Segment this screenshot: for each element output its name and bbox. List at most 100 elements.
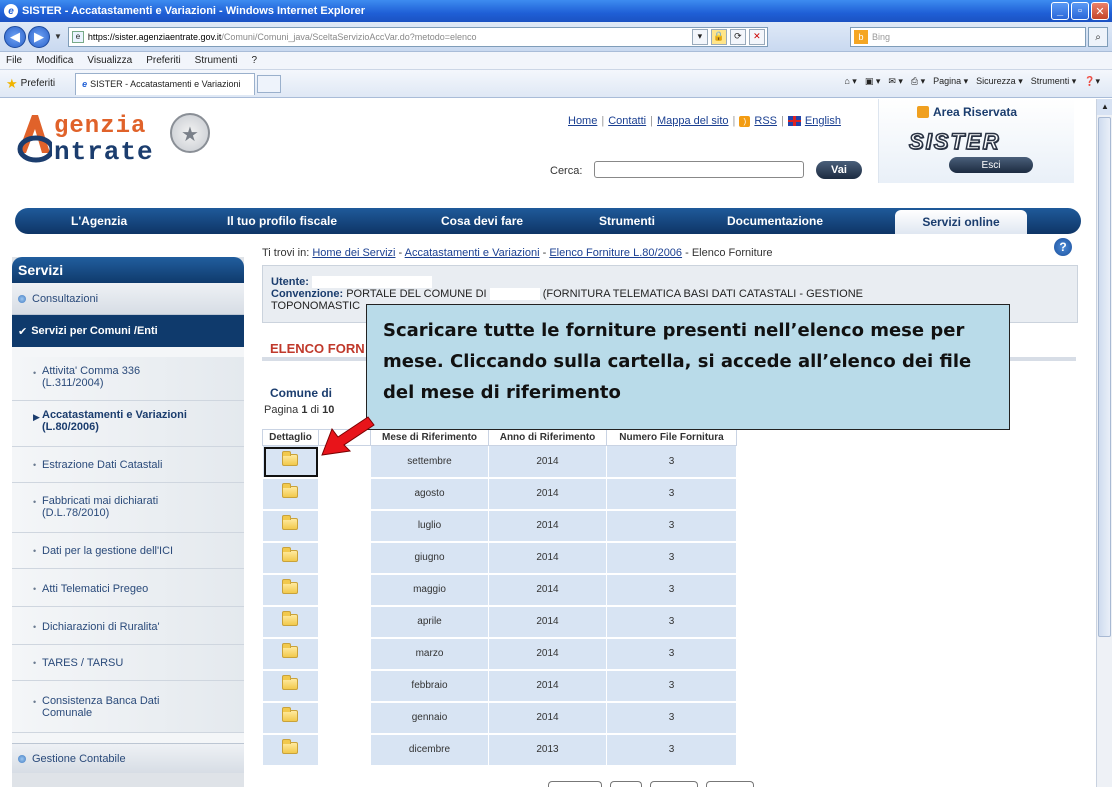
sidebar-item-comma336[interactable]: • Attivita' Comma 336 (L.311/2004): [12, 357, 244, 401]
vai-button[interactable]: Vai: [816, 161, 862, 179]
sidebar-item-estrazione[interactable]: • Estrazione Dati Catastali: [12, 447, 244, 483]
maximize-button[interactable]: ▫: [1071, 2, 1089, 20]
sidebar-item-servizi-comuni[interactable]: ✔ Servizi per Comuni /Enti: [12, 315, 244, 347]
pager-button[interactable]: [650, 781, 698, 787]
pager-button[interactable]: [548, 781, 602, 787]
search-icon[interactable]: ⌕: [1088, 27, 1108, 47]
favorites-button[interactable]: Preferiti: [21, 78, 55, 89]
mail-icon[interactable]: ✉ ▾: [888, 76, 903, 87]
sidebar-item-ruralita[interactable]: • Dichiarazioni di Ruralita': [12, 607, 244, 645]
nav-servizi-online[interactable]: Servizi online: [895, 210, 1027, 234]
rss-feed-icon[interactable]: ▣ ▾: [865, 76, 881, 87]
search-input[interactable]: b Bing: [850, 27, 1086, 47]
back-icon[interactable]: ◀: [4, 25, 26, 48]
table-row: agosto 2014 3: [262, 477, 737, 511]
dettaglio-cell[interactable]: [262, 733, 319, 767]
rss-icon[interactable]: ): [739, 115, 751, 127]
col-numero: Numero File Fornitura: [606, 429, 737, 446]
breadcrumb-accatastamenti[interactable]: Accatastamenti e Variazioni: [405, 247, 540, 259]
scroll-up-icon[interactable]: ▲: [1097, 99, 1112, 115]
home-icon[interactable]: ⌂ ▾: [844, 76, 856, 87]
col-mese: Mese di Riferimento: [370, 429, 489, 446]
pager-button[interactable]: [610, 781, 642, 787]
star-icon[interactable]: ★: [6, 76, 18, 92]
nav-documentazione[interactable]: Documentazione: [727, 214, 823, 228]
codice-cell: [318, 477, 371, 511]
agenzia-logo[interactable]: genzia ntrate: [14, 109, 214, 171]
folder-icon[interactable]: [282, 675, 299, 690]
breadcrumb-home-servizi[interactable]: Home dei Servizi: [312, 247, 395, 259]
folder-icon[interactable]: [282, 450, 299, 466]
link-english[interactable]: English: [805, 115, 841, 127]
esci-button[interactable]: Esci: [949, 157, 1033, 173]
dettaglio-cell[interactable]: [262, 573, 319, 607]
sidebar-item-pregeo[interactable]: • Atti Telematici Pregeo: [12, 569, 244, 607]
url-input[interactable]: e https://sister.agenziaentrate.gov.it/C…: [67, 26, 768, 47]
dettaglio-cell[interactable]: [262, 669, 319, 703]
folder-icon[interactable]: [282, 707, 299, 722]
sidebar-item-tares[interactable]: • TARES / TARSU: [12, 645, 244, 681]
uk-flag-icon[interactable]: [787, 116, 801, 126]
link-contatti[interactable]: Contatti: [608, 115, 646, 127]
history-dropdown[interactable]: ▼: [54, 32, 62, 41]
dettaglio-cell[interactable]: [262, 445, 319, 479]
table-row: marzo 2014 3: [262, 637, 737, 671]
sidebar-item-gestione-contabile[interactable]: Gestione Contabile: [12, 743, 244, 773]
breadcrumb-elenco-l80[interactable]: Elenco Forniture L.80/2006: [549, 247, 682, 259]
refresh-icon[interactable]: ⟳: [729, 28, 746, 45]
folder-icon[interactable]: [282, 579, 299, 594]
menu-preferiti[interactable]: Preferiti: [146, 55, 180, 66]
scrollbar-thumb[interactable]: [1098, 117, 1111, 637]
dettaglio-cell[interactable]: [262, 477, 319, 511]
link-home[interactable]: Home: [568, 115, 597, 127]
folder-icon[interactable]: [282, 643, 299, 658]
sidebar-item-fabbricati[interactable]: • Fabbricati mai dichiarati (D.L.78/2010…: [12, 483, 244, 533]
lock-icon[interactable]: 🔒: [710, 28, 727, 45]
table-row: gennaio 2014 3: [262, 701, 737, 735]
menu-visualizza[interactable]: Visualizza: [87, 55, 132, 66]
close-button[interactable]: ✕: [1091, 2, 1109, 20]
sidebar-item-accatastamenti[interactable]: ▶ Accatastamenti e Variazioni (L.80/2006…: [12, 401, 244, 447]
instruction-callout: Scaricare tutte le forniture presenti ne…: [366, 304, 1010, 430]
nav-strumenti[interactable]: Strumenti: [599, 214, 655, 228]
browser-tab[interactable]: e SISTER - Accatastamenti e Variazioni: [75, 72, 256, 95]
cmd-strumenti[interactable]: Strumenti ▾: [1031, 76, 1077, 87]
folder-icon[interactable]: [282, 611, 299, 626]
nav-agenzia[interactable]: L'Agenzia: [71, 214, 127, 228]
folder-icon[interactable]: [282, 739, 299, 754]
sidebar-item-consistenza[interactable]: • Consistenza Banca Dati Comunale: [12, 681, 244, 733]
menu-help[interactable]: ?: [251, 55, 257, 66]
forward-icon[interactable]: ▶: [28, 25, 50, 48]
link-mappa[interactable]: Mappa del sito: [657, 115, 729, 127]
help-menu-icon[interactable]: ❓▾: [1084, 76, 1100, 87]
vertical-scrollbar[interactable]: ▲: [1096, 99, 1112, 787]
menu-file[interactable]: File: [6, 55, 22, 66]
dettaglio-cell[interactable]: [262, 637, 319, 671]
url-dropdown-icon[interactable]: ▾: [691, 28, 708, 45]
dettaglio-cell[interactable]: [262, 541, 319, 575]
sidebar-item-consultazioni[interactable]: Consultazioni: [12, 283, 244, 315]
folder-icon[interactable]: [282, 547, 299, 562]
sister-logo: SISTER: [908, 128, 1001, 155]
cmd-sicurezza[interactable]: Sicurezza ▾: [976, 76, 1023, 87]
menu-strumenti[interactable]: Strumenti: [195, 55, 238, 66]
print-icon[interactable]: ⎙ ▾: [911, 76, 925, 87]
sidebar-item-ici[interactable]: • Dati per la gestione dell'ICI: [12, 533, 244, 569]
folder-icon[interactable]: [282, 515, 299, 530]
nav-profilo-fiscale[interactable]: Il tuo profilo fiscale: [227, 214, 337, 228]
dettaglio-cell[interactable]: [262, 701, 319, 735]
cmd-pagina[interactable]: Pagina ▾: [933, 76, 968, 87]
folder-icon[interactable]: [282, 483, 299, 498]
minimize-button[interactable]: _: [1051, 2, 1069, 20]
site-search-input[interactable]: [594, 161, 804, 178]
help-icon[interactable]: ?: [1054, 238, 1072, 256]
new-tab-button[interactable]: [257, 74, 282, 93]
dettaglio-cell[interactable]: [262, 605, 319, 639]
nav-cosa-devi-fare[interactable]: Cosa devi fare: [441, 214, 523, 228]
dettaglio-cell[interactable]: [262, 509, 319, 543]
link-rss[interactable]: RSS: [754, 115, 777, 127]
stop-icon[interactable]: ✕: [748, 28, 765, 45]
pager-button[interactable]: [706, 781, 754, 787]
menu-modifica[interactable]: Modifica: [36, 55, 73, 66]
callout-line: del mese di riferimento: [383, 382, 621, 403]
